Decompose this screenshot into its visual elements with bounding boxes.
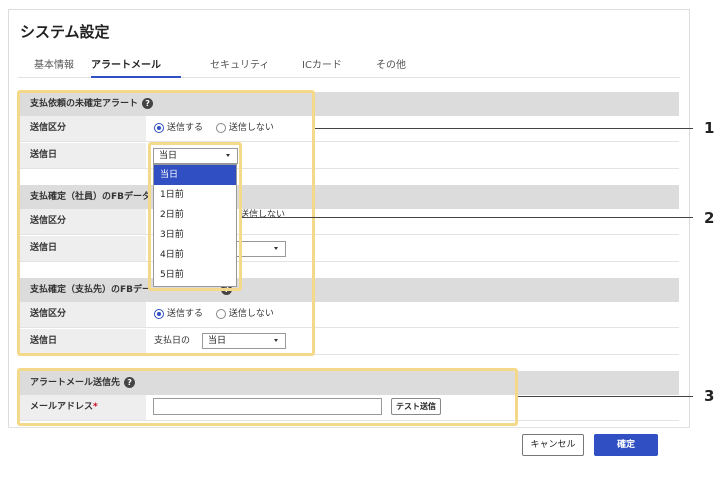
tab-security[interactable]: セキュリティ <box>210 56 269 78</box>
callout-line-1 <box>315 128 693 129</box>
tab-basic-info[interactable]: 基本情報 <box>34 56 74 78</box>
page-title: システム設定 <box>20 23 110 41</box>
callout-number-3: 3 <box>704 387 715 405</box>
footer-bar <box>8 427 690 495</box>
cancel-button[interactable]: キャンセル <box>522 434 584 456</box>
callout-number-1: 1 <box>704 119 715 137</box>
callout-line-3 <box>518 396 693 397</box>
tab-bar: 基本情報 アラートメール セキュリティ ICカード その他 <box>18 54 680 78</box>
highlight-box-3 <box>17 368 518 426</box>
tab-alert-mail[interactable]: アラートメール <box>91 56 181 78</box>
callout-line-2 <box>242 217 693 218</box>
callout-number-2: 2 <box>704 209 715 227</box>
highlight-box-2 <box>148 142 242 291</box>
confirm-button[interactable]: 確定 <box>594 434 658 456</box>
tab-ic-card[interactable]: ICカード <box>302 56 342 78</box>
tab-other[interactable]: その他 <box>376 56 406 78</box>
